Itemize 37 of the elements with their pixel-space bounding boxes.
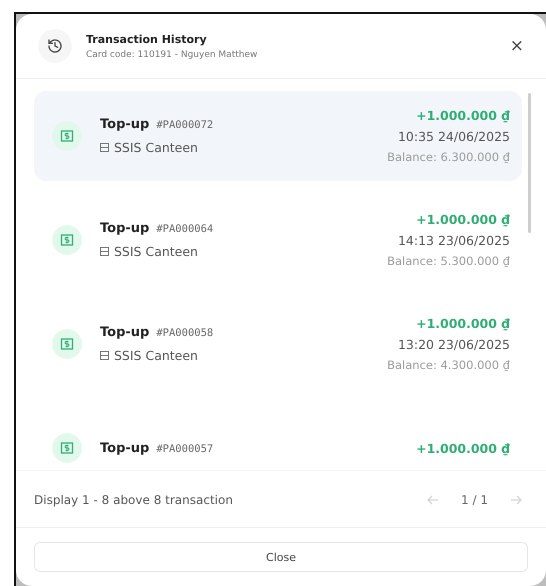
amount: +1.000.000 ₫ bbox=[416, 440, 510, 456]
balance: Balance: 4.300.000 ₫ bbox=[387, 358, 510, 372]
transaction-code: #PA000057 bbox=[156, 442, 214, 454]
transaction-time: 10:35 24/06/2025 bbox=[398, 129, 510, 144]
transaction-type: Top-up bbox=[100, 325, 150, 340]
store-icon bbox=[100, 143, 109, 152]
transaction-type: Top-up bbox=[100, 440, 150, 456]
transaction-row[interactable]: Top-up #PA000072 SSIS Canteen +1.000.000 ₫ 10:35 24/06/2025 Balance: 6.300.000 ₫ bbox=[34, 91, 522, 181]
close-button[interactable]: Close bbox=[34, 542, 528, 572]
money-icon bbox=[52, 433, 82, 463]
store-name: SSIS Canteen bbox=[114, 348, 198, 363]
scrollbar[interactable] bbox=[528, 93, 531, 233]
transaction-type: Top-up bbox=[100, 117, 150, 132]
amount: +1.000.000 ₫ bbox=[416, 108, 510, 123]
transaction-code: #PA000064 bbox=[156, 223, 214, 235]
history-icon bbox=[38, 29, 72, 63]
close-button[interactable]: × bbox=[506, 36, 528, 56]
balance: Balance: 6.300.000 ₫ bbox=[387, 150, 510, 164]
amount: +1.000.000 ₫ bbox=[416, 212, 510, 227]
money-icon bbox=[52, 121, 82, 151]
dialog-title: Transaction History bbox=[86, 32, 208, 46]
store-icon bbox=[100, 351, 109, 360]
store-name: SSIS Canteen bbox=[114, 140, 198, 155]
amount: +1.000.000 ₫ bbox=[416, 316, 510, 331]
page-indicator: 1 / 1 bbox=[461, 493, 488, 507]
card-code: Card code: 110191 - Nguyen Matthew bbox=[86, 50, 258, 60]
pagination-summary: Display 1 - 8 above 8 transaction bbox=[34, 493, 234, 507]
transaction-time: 13:20 23/06/2025 bbox=[398, 337, 510, 352]
transaction-type: Top-up bbox=[100, 221, 150, 236]
money-icon bbox=[52, 329, 82, 359]
balance: Balance: 5.300.000 ₫ bbox=[387, 254, 510, 268]
store-name: SSIS Canteen bbox=[114, 244, 198, 259]
store-icon bbox=[100, 247, 109, 256]
transaction-time: 14:13 23/06/2025 bbox=[398, 233, 510, 248]
transaction-code: #PA000072 bbox=[156, 119, 214, 131]
money-icon bbox=[52, 225, 82, 255]
transaction-code: #PA000058 bbox=[156, 327, 214, 339]
